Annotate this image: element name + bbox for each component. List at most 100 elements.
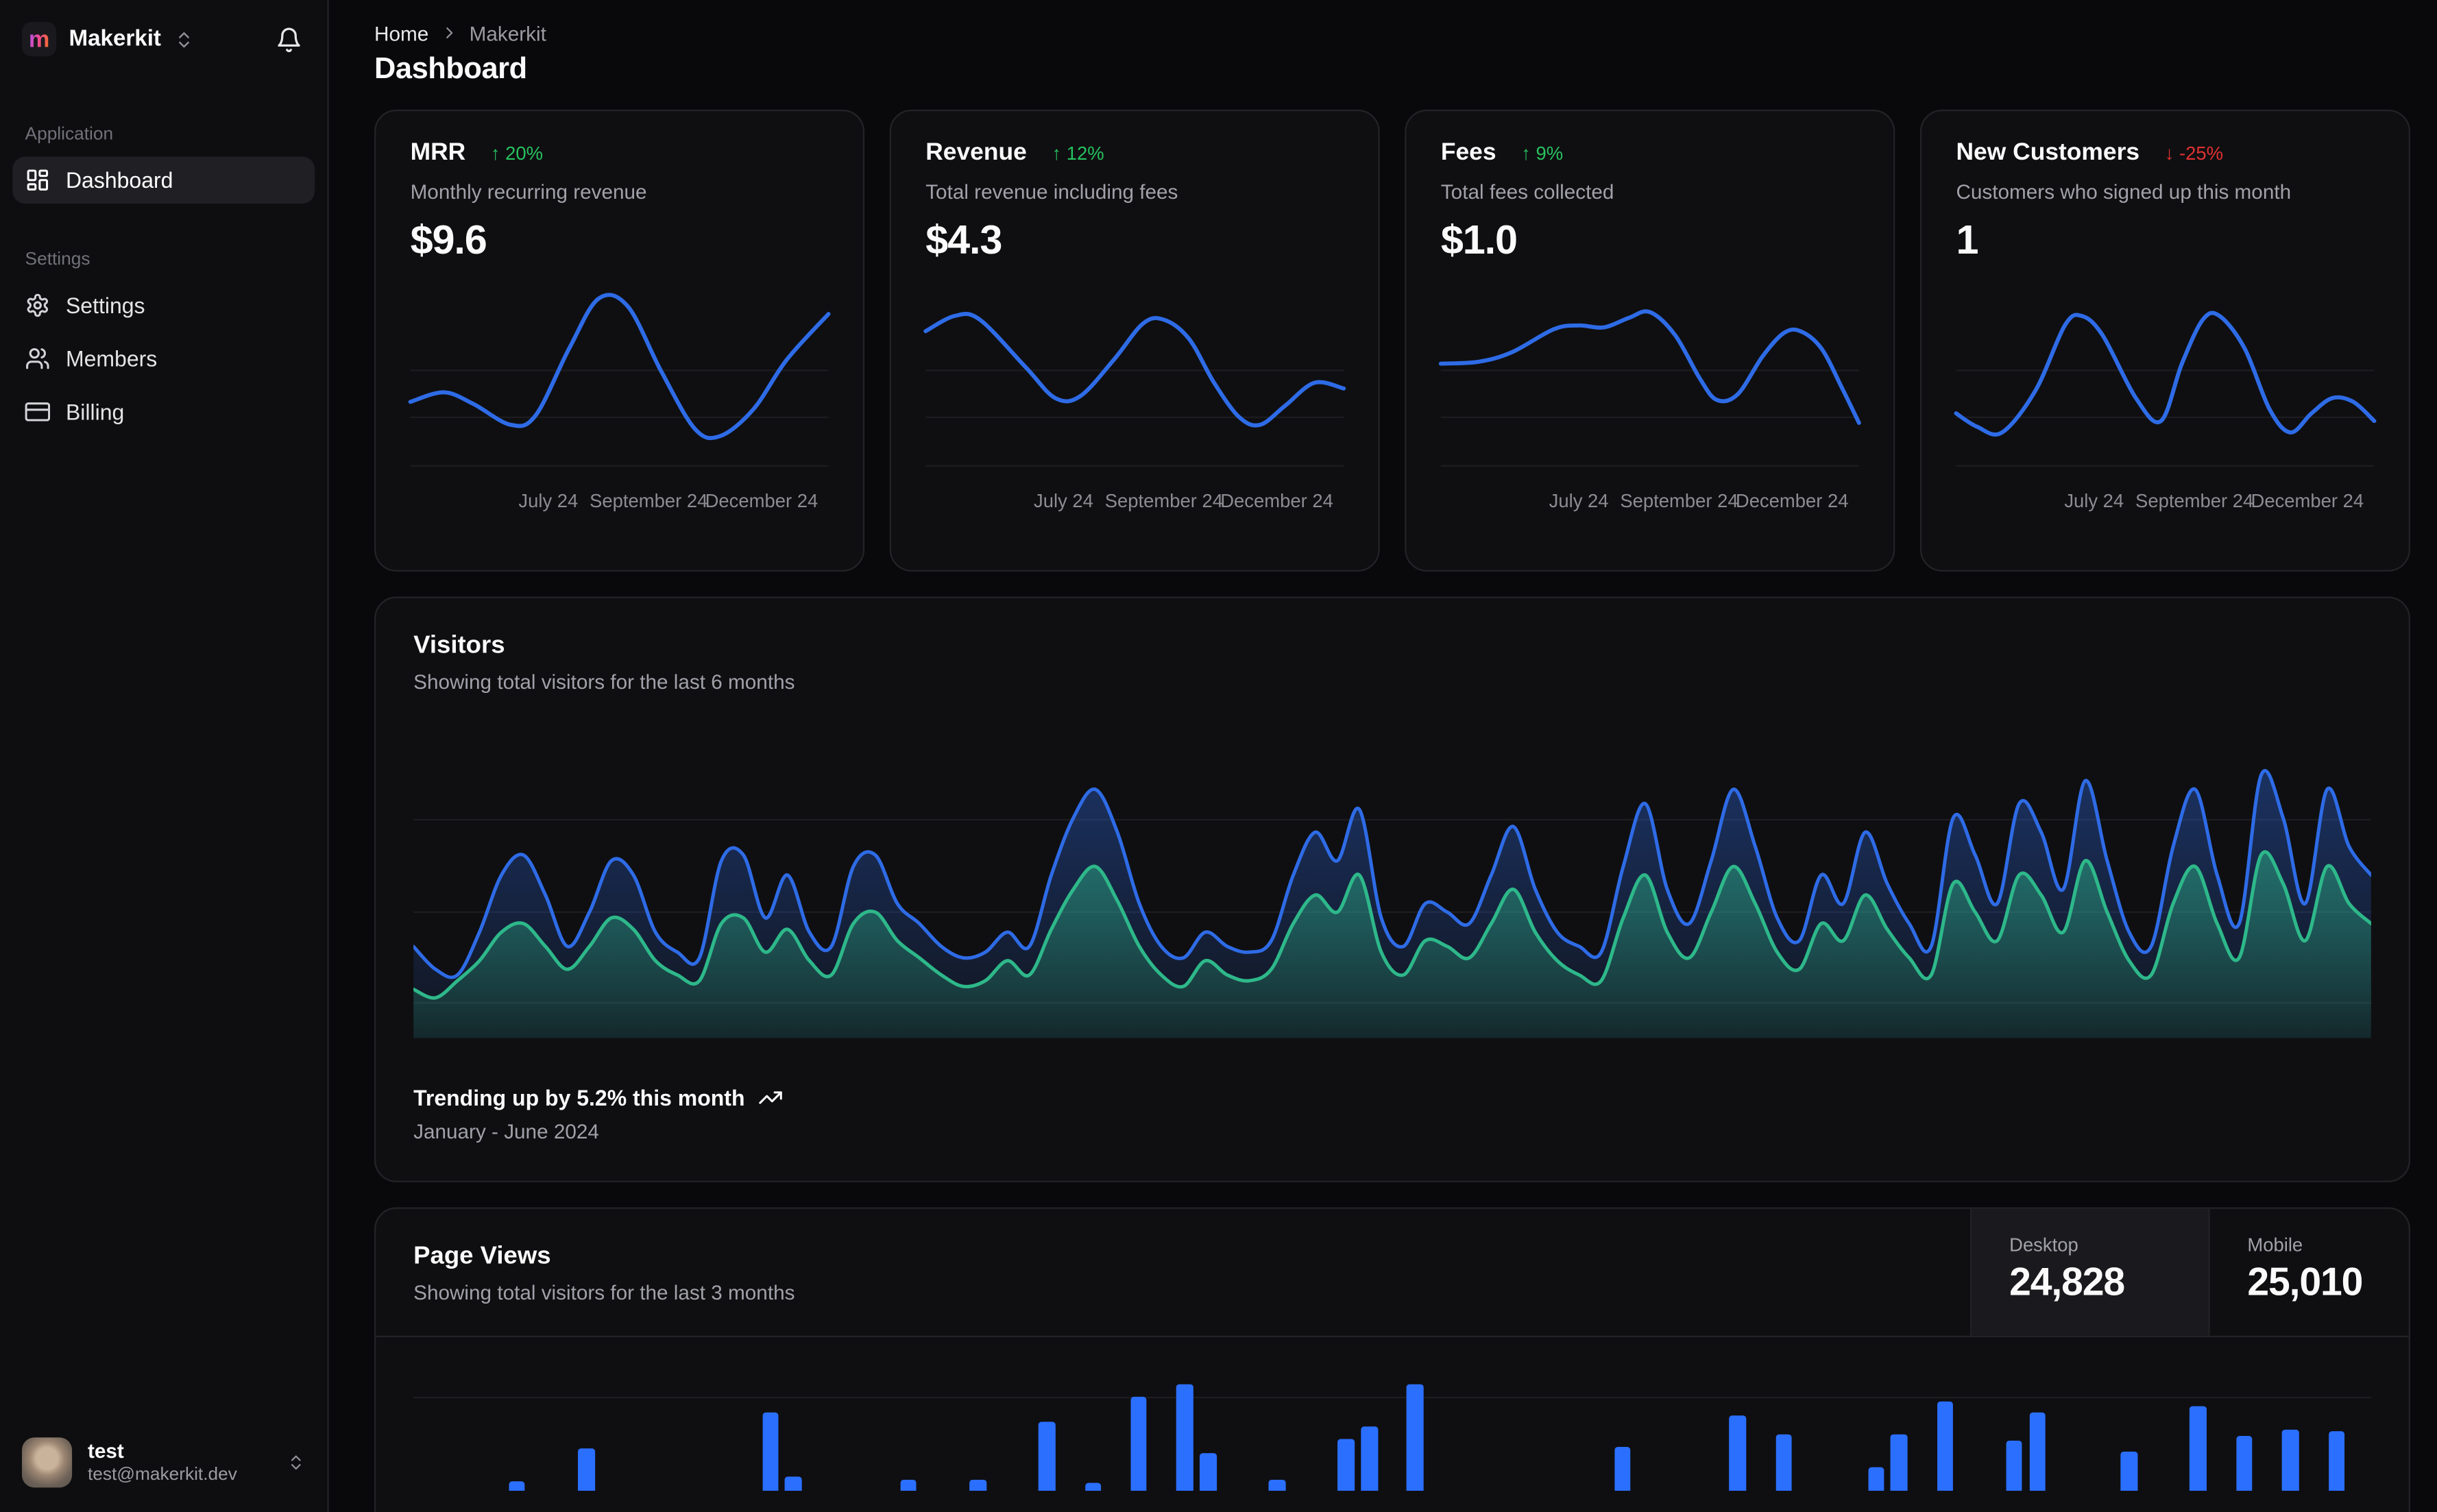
stat-title: New Customers	[1956, 139, 2140, 167]
stat-title: Fees	[1440, 139, 1496, 167]
stat-card-fees: Fees ↑ 9% Total fees collected $1.0 July…	[1405, 109, 1895, 572]
stat-value: 1	[1956, 216, 1978, 263]
x-axis-labels: July 24 September 24 December 24	[518, 490, 819, 513]
sidebar-section-settings: Settings	[25, 250, 90, 269]
sidebar: m Makerkit Application Dashboard Setting…	[0, 0, 329, 1512]
bar	[1614, 1446, 1632, 1491]
bar	[1176, 1384, 1193, 1491]
page-views-header: Page Views Showing total visitors for th…	[376, 1208, 2409, 1338]
mrr-sparkline-chart	[411, 284, 829, 475]
bar	[509, 1481, 526, 1491]
bar	[1361, 1426, 1378, 1491]
sidebar-item-label: Settings	[65, 293, 145, 318]
fees-sparkline-chart	[1441, 284, 1859, 475]
sidebar-item-label: Billing	[65, 399, 125, 425]
trend-badge: ↑ 20%	[490, 142, 544, 164]
revenue-sparkline-chart	[925, 284, 1344, 475]
desktop-label: Desktop	[2009, 1234, 2078, 1256]
bar	[969, 1479, 986, 1491]
sidebar-item-label: Dashboard	[65, 167, 173, 193]
sidebar-item-settings[interactable]: Settings	[12, 282, 315, 329]
main-content: Home Makerkit Dashboard MRR ↑ 20% Monthl…	[329, 0, 2437, 1512]
stat-cards-row: MRR ↑ 20% Monthly recurring revenue $9.6…	[374, 109, 2410, 572]
credit-card-icon	[25, 402, 51, 422]
bar	[1867, 1467, 1884, 1491]
visitors-period: January - June 2024	[413, 1119, 599, 1143]
workspace-name: Makerkit	[69, 26, 161, 52]
trend-badge: ↑ 12%	[1052, 142, 1104, 164]
bar	[762, 1412, 779, 1491]
bar	[2006, 1440, 2023, 1491]
page-views-card: Page Views Showing total visitors for th…	[374, 1207, 2410, 1512]
bar	[1407, 1384, 1424, 1491]
layout-dashboard-icon	[27, 169, 49, 191]
x-axis-labels: July 24 September 24 December 24	[1549, 490, 1849, 513]
visitors-title: Visitors	[413, 632, 505, 659]
notifications-button[interactable]	[273, 23, 306, 56]
bar	[2028, 1412, 2046, 1491]
breadcrumb-home[interactable]: Home	[374, 21, 428, 45]
stat-description: Monthly recurring revenue	[410, 180, 647, 204]
bar	[1038, 1422, 1056, 1491]
users-icon	[26, 347, 49, 369]
bar	[1890, 1434, 1908, 1491]
bell-icon	[278, 27, 300, 51]
page-views-title: Page Views	[413, 1243, 551, 1270]
user-menu[interactable]: test test@makerkit.dev	[12, 1431, 315, 1493]
page-views-bar-chart	[413, 1337, 2371, 1512]
page-views-subtitle: Showing total visitors for the last 3 mo…	[413, 1280, 795, 1305]
toggle-mobile-stat[interactable]: Mobile 25,010	[2208, 1208, 2408, 1336]
sidebar-item-members[interactable]: Members	[12, 335, 315, 382]
stat-title: MRR	[410, 139, 466, 167]
bar	[785, 1476, 802, 1491]
visitors-subtitle: Showing total visitors for the last 6 mo…	[413, 670, 795, 694]
trend-badge: ↑ 9%	[1521, 142, 1564, 164]
user-name: test	[87, 1438, 124, 1463]
bar	[1775, 1434, 1793, 1491]
bar	[1337, 1439, 1355, 1491]
avatar	[21, 1437, 73, 1488]
stat-card-revenue: Revenue ↑ 12% Total revenue including fe…	[889, 109, 1380, 572]
bar	[1729, 1415, 1747, 1491]
stat-description: Total revenue including fees	[925, 180, 1178, 204]
breadcrumb: Home Makerkit	[374, 19, 2410, 47]
bar	[2235, 1435, 2253, 1491]
logo-letter: m	[28, 25, 50, 53]
visitors-card: Visitors Showing total visitors for the …	[374, 596, 2410, 1182]
bar	[2282, 1429, 2299, 1491]
mobile-label: Mobile	[2247, 1234, 2303, 1256]
chevrons-up-down-icon	[291, 1455, 301, 1470]
sidebar-item-label: Members	[65, 345, 158, 371]
bar	[1200, 1453, 1217, 1491]
gear-icon	[27, 293, 49, 317]
sidebar-item-dashboard[interactable]: Dashboard	[12, 156, 315, 204]
stat-value: $9.6	[410, 216, 487, 263]
stat-card-new-customers: New Customers ↓ -25% Customers who signe…	[1919, 109, 2410, 572]
bar	[2328, 1431, 2345, 1491]
trend-badge: ↓ -25%	[2164, 142, 2224, 164]
makerkit-logo: m	[21, 21, 57, 57]
bar	[1937, 1401, 1954, 1491]
sidebar-item-billing[interactable]: Billing	[12, 389, 315, 436]
x-axis-labels: July 24 September 24 December 24	[1034, 490, 1333, 513]
visitors-trend: Trending up by 5.2% this month	[413, 1085, 2371, 1110]
bar	[1084, 1483, 1102, 1491]
app-window: m Makerkit Application Dashboard Setting…	[0, 0, 2437, 1512]
stat-title: Revenue	[925, 139, 1027, 167]
stat-description: Total fees collected	[1440, 180, 1614, 204]
bar	[1268, 1479, 1286, 1491]
bar	[578, 1448, 595, 1491]
breadcrumb-current: Makerkit	[469, 21, 546, 45]
mobile-value: 25,010	[2247, 1260, 2363, 1305]
chevrons-up-down-icon	[178, 31, 189, 47]
stat-card-mrr: MRR ↑ 20% Monthly recurring revenue $9.6…	[374, 109, 865, 572]
chevron-right-icon	[446, 27, 452, 38]
toggle-desktop-stat[interactable]: Desktop 24,828	[1970, 1208, 2209, 1336]
workspace-selector[interactable]: m Makerkit	[12, 16, 315, 63]
page-title: Dashboard	[374, 53, 527, 86]
bar	[900, 1479, 917, 1491]
user-email: test@makerkit.dev	[87, 1465, 237, 1485]
stat-value: $4.3	[925, 216, 1002, 263]
visitors-area-chart	[413, 734, 2371, 1038]
bar	[2121, 1451, 2138, 1491]
